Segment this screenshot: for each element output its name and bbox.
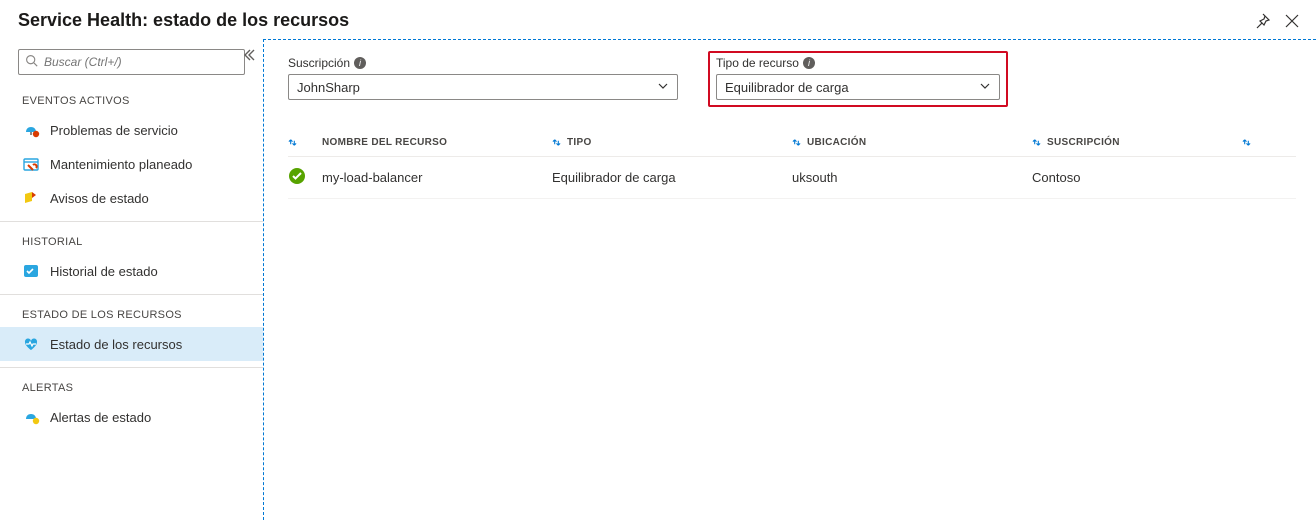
cell-type: Equilibrador de carga xyxy=(552,170,792,185)
sidebar-item-health-advisories[interactable]: Avisos de estado xyxy=(0,181,263,215)
pin-icon[interactable] xyxy=(1254,13,1270,29)
sidebar-item-service-issues[interactable]: Problemas de servicio xyxy=(0,113,263,147)
sort-icon[interactable] xyxy=(552,138,561,147)
search-icon xyxy=(25,54,38,70)
status-ok-icon xyxy=(288,167,306,185)
resources-table: NOMBRE DEL RECURSO TIPO UBICACIÓN SUSCRI… xyxy=(288,129,1296,199)
sort-icon[interactable] xyxy=(1242,138,1251,147)
service-issues-icon xyxy=(22,121,40,139)
sidebar-item-label: Problemas de servicio xyxy=(50,123,178,138)
section-alerts: ALERTAS xyxy=(0,376,263,400)
section-resource-health: ESTADO DE LOS RECURSOS xyxy=(0,303,263,327)
sort-icon[interactable] xyxy=(792,138,801,147)
sidebar-item-resource-health[interactable]: Estado de los recursos xyxy=(0,327,263,361)
section-active-events: EVENTOS ACTIVOS xyxy=(0,89,263,113)
health-alerts-icon xyxy=(22,408,40,426)
subscription-label: Suscripción xyxy=(288,56,350,70)
resource-type-field: Tipo de recurso i Equilibrador de carga xyxy=(708,51,1008,107)
resource-type-value: Equilibrador de carga xyxy=(725,80,849,95)
blade-header: Service Health: estado de los recursos xyxy=(0,0,1316,39)
info-icon[interactable]: i xyxy=(354,57,366,69)
sidebar-item-label: Mantenimiento planeado xyxy=(50,157,192,172)
search-input[interactable] xyxy=(18,49,245,75)
col-location[interactable]: UBICACIÓN xyxy=(792,137,1032,148)
resource-type-select[interactable]: Equilibrador de carga xyxy=(716,74,1000,100)
health-advisories-icon xyxy=(22,189,40,207)
main-content: Suscripción i JohnSharp Tipo de recurso … xyxy=(263,39,1316,520)
cell-name: my-load-balancer xyxy=(322,170,552,185)
section-history: HISTORIAL xyxy=(0,230,263,254)
table-row[interactable]: my-load-balancer Equilibrador de carga u… xyxy=(288,157,1296,199)
col-name[interactable]: NOMBRE DEL RECURSO xyxy=(322,137,552,148)
subscription-value: JohnSharp xyxy=(297,80,360,95)
sidebar: EVENTOS ACTIVOS Problemas de servicio Ma… xyxy=(0,39,263,520)
sort-icon[interactable] xyxy=(1032,138,1041,147)
page-title: Service Health: estado de los recursos xyxy=(18,10,1254,31)
close-icon[interactable] xyxy=(1284,13,1300,29)
resource-type-label: Tipo de recurso xyxy=(716,56,799,70)
sidebar-item-label: Historial de estado xyxy=(50,264,158,279)
sidebar-item-label: Estado de los recursos xyxy=(50,337,182,352)
sidebar-item-planned-maintenance[interactable]: Mantenimiento planeado xyxy=(0,147,263,181)
chevron-down-icon xyxy=(979,80,991,95)
health-history-icon xyxy=(22,262,40,280)
info-icon[interactable]: i xyxy=(803,57,815,69)
cell-location: uksouth xyxy=(792,170,1032,185)
subscription-select[interactable]: JohnSharp xyxy=(288,74,678,100)
sidebar-item-label: Alertas de estado xyxy=(50,410,151,425)
resource-health-icon xyxy=(22,335,40,353)
chevron-down-icon xyxy=(657,80,669,95)
sidebar-item-health-alerts[interactable]: Alertas de estado xyxy=(0,400,263,434)
sidebar-item-health-history[interactable]: Historial de estado xyxy=(0,254,263,288)
planned-maintenance-icon xyxy=(22,155,40,173)
col-subscription[interactable]: SUSCRIPCIÓN xyxy=(1032,137,1242,148)
collapse-icon[interactable] xyxy=(243,49,255,64)
col-type[interactable]: TIPO xyxy=(552,137,792,148)
subscription-field: Suscripción i JohnSharp xyxy=(288,56,678,100)
cell-subscription: Contoso xyxy=(1032,170,1242,185)
sidebar-item-label: Avisos de estado xyxy=(50,191,149,206)
sort-icon[interactable] xyxy=(288,138,297,147)
search-field[interactable] xyxy=(44,55,238,69)
